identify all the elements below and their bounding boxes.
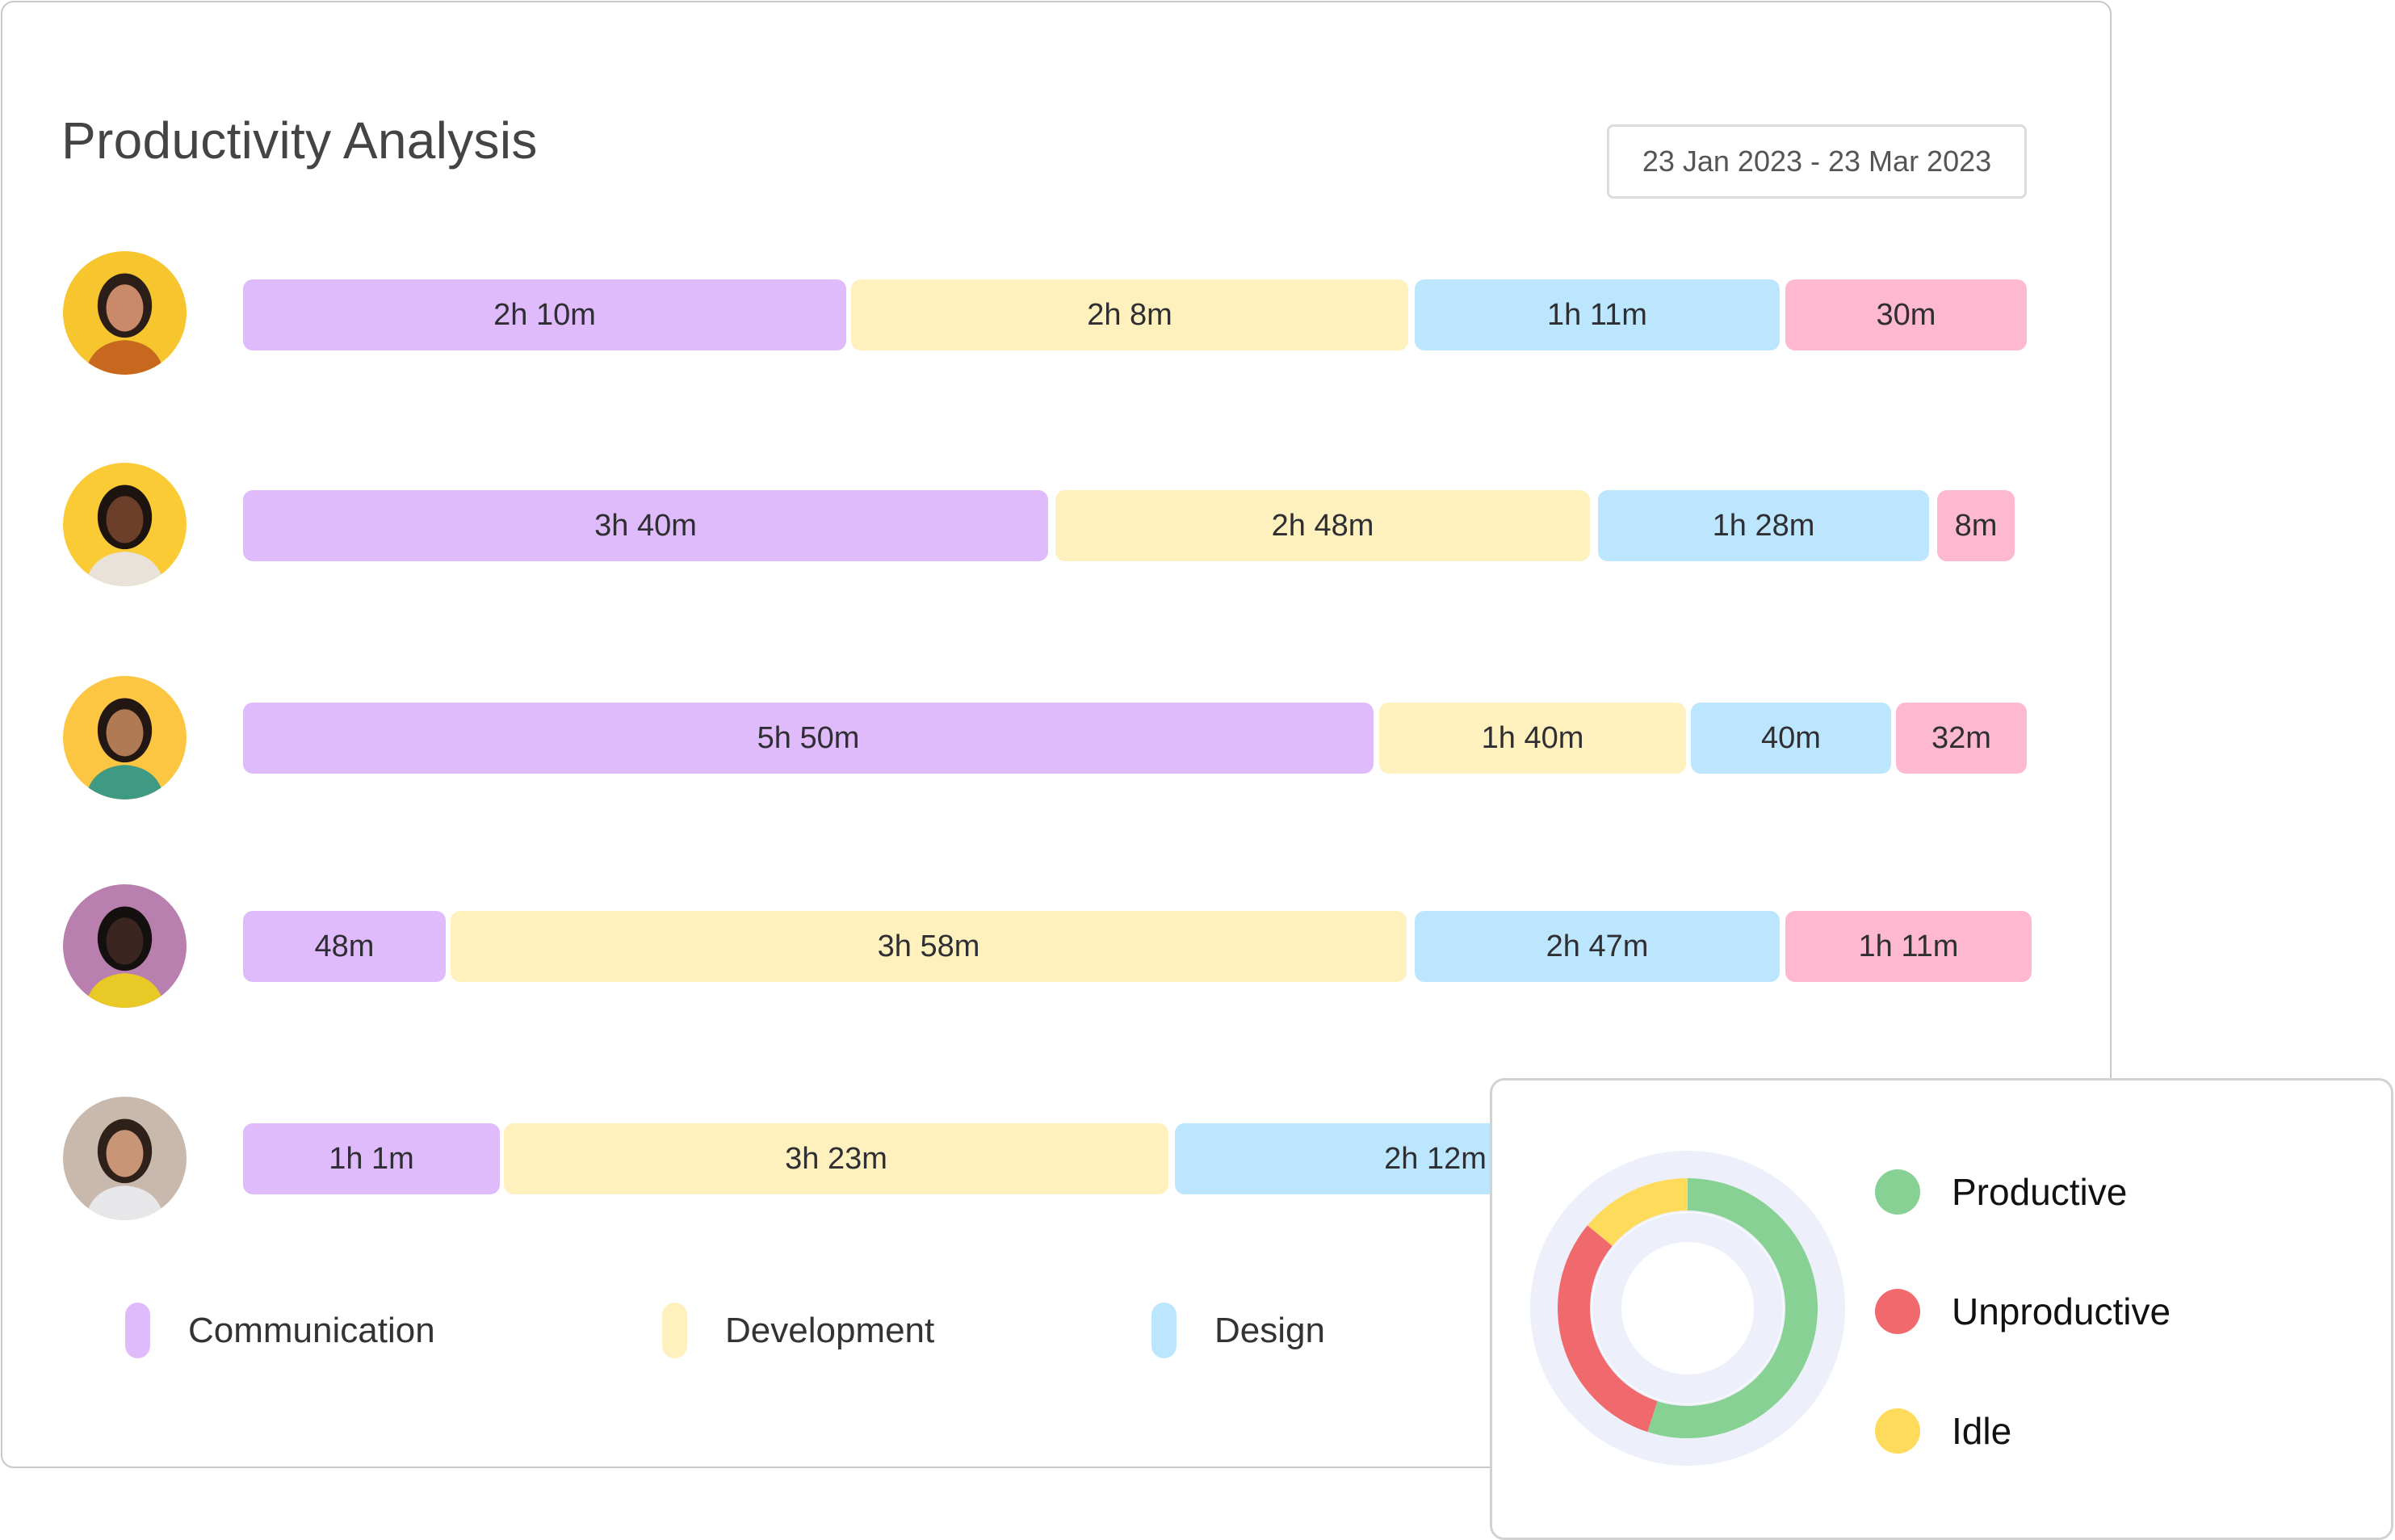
legend-item-communication: Communication	[125, 1303, 435, 1358]
bar-segment-other[interactable]: 8m	[1937, 490, 2015, 561]
bar-segment-other[interactable]: 30m	[1785, 279, 2027, 350]
bar-segment-label: 1h 1m	[329, 1141, 414, 1176]
bar-segment-label: 3h 23m	[785, 1141, 887, 1176]
legend-label: Communication	[188, 1310, 435, 1350]
bar-segment-label: 8m	[1954, 508, 1998, 543]
bar-segment-label: 48m	[314, 929, 375, 963]
page-title: Productivity Analysis	[61, 111, 538, 170]
bar-segment-label: 2h 10m	[493, 297, 596, 332]
avatar[interactable]	[63, 1097, 187, 1220]
date-range-text: 23 Jan 2023 - 23 Mar 2023	[1642, 145, 1992, 178]
bar-segment-label: 1h 28m	[1712, 508, 1815, 543]
bar-segment-label: 2h 12m	[1384, 1141, 1487, 1176]
bar-segment-development[interactable]: 3h 23m	[504, 1123, 1168, 1194]
donut-legend-label: Unproductive	[1952, 1290, 2171, 1332]
bar-segment-label: 5h 50m	[757, 720, 860, 755]
bar-segment-development[interactable]: 2h 48m	[1055, 490, 1590, 561]
donut-legend-item-unproductive: Unproductive	[1875, 1287, 2171, 1336]
avatar[interactable]	[63, 251, 187, 375]
donut-legend-item-productive: Productive	[1875, 1168, 2127, 1216]
avatar[interactable]	[63, 884, 187, 1008]
bar-segment-label: 1h 40m	[1481, 720, 1584, 755]
avatar[interactable]	[63, 463, 187, 586]
bar-segment-design[interactable]: 2h 47m	[1415, 911, 1780, 982]
bar-segment-development[interactable]: 1h 40m	[1379, 703, 1686, 774]
bar-segment-design[interactable]: 1h 11m	[1415, 279, 1780, 350]
bar-segment-design[interactable]: 1h 28m	[1598, 490, 1929, 561]
legend-item-development: Development	[662, 1303, 934, 1358]
bar-segment-label: 2h 48m	[1271, 508, 1374, 543]
bar-segment-communication[interactable]: 48m	[243, 911, 446, 982]
bar-segment-label: 1h 11m	[1858, 929, 1959, 963]
avatar[interactable]	[63, 676, 187, 799]
user-photo-icon	[63, 884, 187, 1008]
user-photo-icon	[63, 251, 187, 375]
legend-label: Development	[725, 1310, 935, 1350]
bar-segment-label: 3h 40m	[594, 508, 697, 543]
donut-inner-ring	[1592, 1213, 1783, 1404]
donut-legend-label: Idle	[1952, 1410, 2012, 1452]
legend-item-design: Design	[1151, 1303, 1325, 1358]
legend-dot-icon	[1875, 1408, 1920, 1454]
legend-swatch-icon	[1151, 1303, 1177, 1358]
bar-segment-other[interactable]: 1h 11m	[1785, 911, 2032, 982]
bar-segment-label: 2h 8m	[1087, 297, 1172, 332]
bar-segment-label: 32m	[1932, 720, 1991, 755]
donut-legend-label: Productive	[1952, 1171, 2128, 1213]
bar-segment-label: 30m	[1876, 297, 1936, 332]
bar-segment-development[interactable]: 3h 58m	[451, 911, 1407, 982]
bar-segment-communication[interactable]: 2h 10m	[243, 279, 846, 350]
legend-swatch-icon	[662, 1303, 687, 1358]
bar-segment-development[interactable]: 2h 8m	[851, 279, 1408, 350]
productivity-donut-chart	[1530, 1151, 1845, 1466]
legend-label: Design	[1214, 1310, 1325, 1350]
donut-legend-item-idle: Idle	[1875, 1407, 2011, 1455]
user-photo-icon	[63, 1097, 187, 1220]
date-range-picker[interactable]: 23 Jan 2023 - 23 Mar 2023	[1607, 124, 2027, 199]
bar-segment-label: 40m	[1761, 720, 1821, 755]
bar-segment-label: 1h 11m	[1547, 297, 1647, 332]
bar-segment-other[interactable]: 32m	[1896, 703, 2027, 774]
legend-dot-icon	[1875, 1289, 1920, 1334]
bar-segment-communication[interactable]: 5h 50m	[243, 703, 1374, 774]
bar-segment-communication[interactable]: 1h 1m	[243, 1123, 500, 1194]
legend-swatch-icon	[125, 1303, 150, 1358]
user-photo-icon	[63, 463, 187, 586]
legend-dot-icon	[1875, 1169, 1920, 1215]
bar-segment-communication[interactable]: 3h 40m	[243, 490, 1048, 561]
bar-segment-label: 3h 58m	[877, 929, 980, 963]
user-photo-icon	[63, 676, 187, 799]
bar-segment-label: 2h 47m	[1546, 929, 1649, 963]
bar-segment-design[interactable]: 40m	[1691, 703, 1891, 774]
